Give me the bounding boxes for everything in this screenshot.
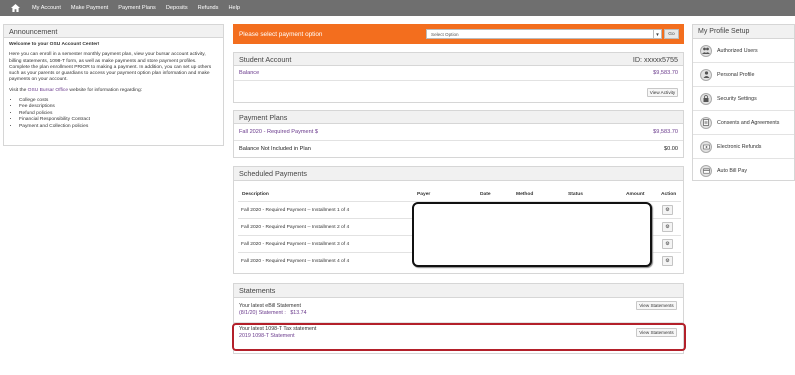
installment-description: Fall 2020 - Required Payment -- Installm… [241, 224, 350, 230]
payment-option-select[interactable]: Select Option ▼ [426, 29, 662, 39]
column-header: Payer [417, 192, 431, 197]
document-icon [700, 116, 712, 129]
gear-icon[interactable]: ⚙ [662, 239, 673, 249]
announcement-panel: Announcement Welcome to your OSU Account… [3, 24, 224, 146]
refund-icon [700, 140, 712, 153]
column-header: Amount [626, 192, 645, 197]
gear-icon[interactable]: ⚙ [662, 256, 673, 266]
balance-value: $9,583.70 [653, 70, 678, 76]
payment-plans-title: Payment Plans [239, 112, 288, 122]
nav-help[interactable]: Help [228, 5, 240, 11]
scheduled-payments-title: Scheduled Payments [239, 169, 307, 178]
welcome-heading: Welcome to your OSU Account Center! [9, 42, 100, 47]
student-account-header: Student Account ID: xxxxx5755 [234, 53, 683, 66]
installment-description: Fall 2020 - Required Payment -- Installm… [241, 241, 350, 247]
student-account-title: Student Account [239, 54, 292, 64]
profile-item-label: Authorized Users [717, 47, 758, 54]
nav-my-account[interactable]: My Account [32, 5, 61, 11]
card-icon [700, 165, 712, 177]
payment-option-bar: Please select payment option Select Opti… [233, 24, 684, 44]
announcement-text: Here you can enroll in a semester monthl… [9, 52, 212, 83]
lock-icon [700, 92, 712, 105]
installment-description: Fall 2020 - Required Payment -- Installm… [241, 258, 350, 264]
go-button[interactable]: Go [664, 29, 679, 39]
profile-item-personal-profile[interactable]: Personal Profile [693, 63, 794, 87]
profile-item-security-settings[interactable]: Security Settings [693, 87, 794, 111]
column-header: Status [568, 192, 583, 197]
plan-link[interactable]: Fall 2020 - Required Payment $ [239, 129, 318, 135]
nav-refunds[interactable]: Refunds [198, 5, 219, 11]
profile-item-authorized-users[interactable]: Authorized Users [693, 39, 794, 63]
nav-deposits[interactable]: Deposits [166, 5, 188, 11]
select-value: Select Option [431, 31, 459, 37]
column-header: Description [242, 192, 269, 197]
student-id: ID: xxxxx5755 [632, 54, 678, 64]
scheduled-payments-header: Scheduled Payments [234, 167, 683, 181]
home-icon[interactable] [8, 0, 22, 16]
redaction-box [412, 202, 652, 267]
gear-icon[interactable]: ⚙ [662, 205, 673, 215]
ebill-amount: $13.74 [290, 310, 307, 316]
statements-title: Statements [239, 286, 276, 295]
column-header: Date [480, 192, 491, 197]
student-account-panel: Student Account ID: xxxxx5755 Balance $9… [233, 52, 684, 103]
nav-make-payment[interactable]: Make Payment [71, 5, 108, 11]
info-list: College costs Fee descriptions Refund po… [19, 98, 218, 130]
view-activity-button[interactable]: View Activity [647, 88, 678, 97]
profile-item-auto-bill-pay[interactable]: Auto Bill Pay [693, 159, 794, 183]
profile-setup-panel: My Profile Setup Authorized Users Person… [692, 24, 795, 181]
profile-item-electronic-refunds[interactable]: Electronic Refunds [693, 135, 794, 159]
balance-link[interactable]: Balance [239, 70, 259, 76]
view-statements-button[interactable]: View Statements [636, 301, 677, 310]
tax-statement-link[interactable]: 2019 1098-T Statement [239, 333, 316, 340]
view-tax-statements-button[interactable]: View Statements [636, 328, 677, 337]
payment-plans-header: Payment Plans [234, 111, 683, 124]
not-in-plan-label: Balance Not Included in Plan [239, 146, 311, 152]
profile-item-label: Electronic Refunds [717, 143, 762, 150]
ebill-link[interactable]: (8/1/20) Statement : [239, 310, 286, 316]
not-in-plan-value: $0.00 [664, 146, 678, 152]
profile-item-consents[interactable]: Consents and Agreements [693, 111, 794, 135]
column-header: Action [661, 192, 677, 197]
tax-label: Your latest 1098-T Tax statement [239, 326, 317, 332]
top-nav-bar: My Account Make Payment Payment Plans De… [0, 0, 795, 16]
gear-icon[interactable]: ⚙ [662, 222, 673, 232]
profile-item-label: Auto Bill Pay [717, 168, 748, 174]
statements-header: Statements [234, 284, 683, 298]
profile-setup-title: My Profile Setup [698, 28, 750, 35]
announcement-title: Announcement [9, 26, 58, 36]
scheduled-payments-panel: Scheduled Payments Description Payer Dat… [233, 166, 684, 274]
visit-prefix: Visit the [9, 87, 28, 93]
tax-statement: Your latest 1098-T Tax statement 2019 10… [239, 326, 316, 340]
announcement-header: Announcement [4, 25, 223, 38]
visit-suffix: website for information regarding: [68, 87, 143, 93]
payment-plans-panel: Payment Plans Fall 2020 - Required Payme… [233, 110, 684, 158]
installment-description: Fall 2020 - Required Payment -- Installm… [241, 207, 350, 213]
payment-option-prompt: Please select payment option [239, 30, 323, 38]
users-icon [700, 44, 712, 57]
statements-panel: Statements Your latest eBill Statement (… [233, 283, 684, 354]
visit-line: Visit the OSU Bursar Office website for … [9, 88, 218, 94]
list-item: Payment and Collection policies [19, 124, 218, 130]
column-header: Method [516, 192, 534, 197]
ebill-statement: Your latest eBill Statement (8/1/20) Sta… [239, 303, 307, 317]
person-icon [700, 68, 712, 81]
nav-payment-plans[interactable]: Payment Plans [118, 5, 156, 11]
profile-item-label: Consents and Agreements [717, 119, 780, 126]
profile-item-label: Security Settings [717, 95, 757, 102]
profile-item-label: Personal Profile [717, 71, 755, 78]
chevron-down-icon[interactable]: ▼ [653, 30, 661, 38]
plan-value: $9,583.70 [653, 129, 678, 135]
profile-setup-header: My Profile Setup [693, 25, 794, 39]
ebill-label: Your latest eBill Statement [239, 303, 301, 309]
bursar-office-link[interactable]: OSU Bursar Office [28, 88, 68, 93]
